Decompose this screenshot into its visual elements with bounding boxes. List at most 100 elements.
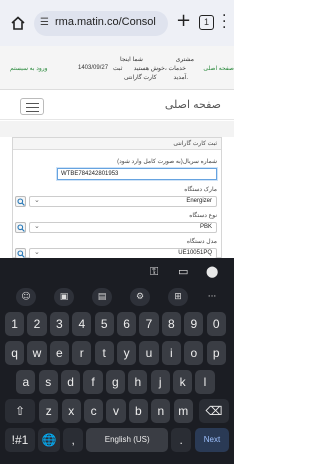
vertical-dots-icon[interactable]: · · ·: [222, 9, 226, 35]
home-icon[interactable]: [10, 15, 26, 31]
search-icon: [17, 198, 25, 206]
suggestion-bar: ☺ ▣ ▤ ⚙ ⊞ ···: [0, 284, 234, 310]
key-i[interactable]: i: [161, 341, 181, 365]
panel-header: ثبت کارت گارانتی: [13, 138, 221, 150]
plus-icon[interactable]: +: [176, 10, 191, 31]
key-j[interactable]: j: [150, 370, 170, 394]
welcome-text-end: آمدید.: [173, 75, 188, 81]
key-8[interactable]: 8: [161, 312, 181, 336]
settings-icon[interactable]: ⚙: [130, 288, 150, 306]
next-key[interactable]: Next: [195, 428, 229, 452]
key-l[interactable]: l: [195, 370, 215, 394]
login-link[interactable]: ورود به سیستم: [10, 65, 48, 72]
chevron-down-icon: ⌄: [34, 248, 40, 256]
key-e[interactable]: e: [49, 341, 69, 365]
page-header: صفحه اصلی: [0, 90, 234, 120]
site-info-strip: صفحه اصلی مشتری خدمات ،خوش هستید آمدید. …: [0, 46, 234, 90]
breadcrumb-warranty-card: کارت گارانتی: [124, 75, 157, 81]
space-key[interactable]: English (US): [86, 428, 169, 452]
type-select[interactable]: ⌄ PBK: [29, 222, 217, 233]
key-r[interactable]: r: [72, 341, 92, 365]
globe-key[interactable]: 🌐: [38, 428, 61, 452]
key-t[interactable]: t: [94, 341, 114, 365]
you-are-here-label: شما اینجا: [120, 57, 143, 63]
chevron-down-icon: ⌄: [34, 222, 40, 230]
location-icon[interactable]: ⬤: [206, 265, 218, 278]
key-m[interactable]: m: [173, 399, 193, 423]
key-2[interactable]: 2: [27, 312, 47, 336]
customer-label: مشتری: [175, 57, 194, 63]
card-icon[interactable]: ▭: [178, 265, 188, 278]
key-a[interactable]: a: [16, 370, 36, 394]
clipboard-icon[interactable]: ▤: [92, 288, 112, 306]
type-value: PBK: [199, 224, 212, 230]
key-4[interactable]: 4: [72, 312, 92, 336]
hamburger-menu-icon[interactable]: [20, 98, 44, 115]
home-link[interactable]: صفحه اصلی: [203, 65, 234, 72]
brand-select[interactable]: ⌄ Energizer: [29, 196, 217, 207]
model-label: مدل دستگاه: [186, 239, 217, 245]
site-settings-icon[interactable]: ☰: [40, 17, 49, 28]
key-x[interactable]: x: [61, 399, 81, 423]
key-1[interactable]: 1: [5, 312, 25, 336]
tab-count: 1: [203, 17, 209, 27]
key-d[interactable]: d: [61, 370, 81, 394]
key-y[interactable]: y: [117, 341, 137, 365]
key-7[interactable]: 7: [139, 312, 159, 336]
key-f[interactable]: f: [83, 370, 103, 394]
key-n[interactable]: n: [151, 399, 171, 423]
page-title: صفحه اصلی: [164, 99, 221, 111]
key-icon[interactable]: ⚿: [150, 265, 158, 279]
date-text: 1403/09/27: [78, 65, 109, 71]
key-g[interactable]: g: [105, 370, 125, 394]
soft-keyboard: ⚿ ▭ ⬤ ☺ ▣ ▤ ⚙ ⊞ ··· 1234567890 qwertyuiop…: [0, 258, 234, 464]
key-u[interactable]: u: [139, 341, 159, 365]
key-k[interactable]: k: [173, 370, 193, 394]
chevron-down-icon: ⌄: [34, 196, 40, 204]
period-key[interactable]: .: [171, 428, 192, 452]
key-p[interactable]: p: [206, 341, 226, 365]
page-background: [0, 121, 234, 137]
more-icon[interactable]: ···: [202, 288, 222, 306]
key-w[interactable]: w: [27, 341, 47, 365]
type-search-button[interactable]: [15, 222, 26, 233]
warranty-form-panel: ثبت کارت گارانتی شماره سریال(به صورت کام…: [12, 137, 222, 259]
brand-value: Energizer: [186, 198, 212, 204]
key-v[interactable]: v: [106, 399, 126, 423]
key-6[interactable]: 6: [117, 312, 137, 336]
key-z[interactable]: z: [39, 399, 59, 423]
search-icon: [17, 250, 25, 258]
serial-input[interactable]: WTBE784242801953: [57, 168, 217, 180]
key-0[interactable]: 0: [206, 312, 226, 336]
brand-label: مارک دستگاه: [184, 187, 217, 193]
key-9[interactable]: 9: [184, 312, 204, 336]
type-label: نوع دستگاه: [189, 213, 217, 219]
comma-key[interactable]: ,: [63, 428, 84, 452]
key-b[interactable]: b: [128, 399, 148, 423]
key-q[interactable]: q: [5, 341, 25, 365]
tab-switcher-icon[interactable]: 1: [199, 15, 214, 30]
translate-icon[interactable]: ⊞: [168, 288, 188, 306]
key-3[interactable]: 3: [49, 312, 69, 336]
key-o[interactable]: o: [184, 341, 204, 365]
key-5[interactable]: 5: [94, 312, 114, 336]
shift-key[interactable]: ⇧: [5, 399, 35, 423]
url-text[interactable]: rma.matin.co/Consol: [55, 16, 156, 28]
panel-title: ثبت کارت گارانتی: [173, 141, 217, 147]
key-h[interactable]: h: [128, 370, 148, 394]
serial-label: شماره سریال(به صورت کامل وارد شود): [117, 159, 217, 165]
model-value: UE10051PQ: [178, 250, 212, 256]
breadcrumb-register: ثبت: [113, 66, 123, 72]
address-bar[interactable]: ☰ rma.matin.co/Consol: [34, 11, 168, 36]
backspace-key[interactable]: ⌫: [199, 399, 229, 423]
emoji-icon[interactable]: ☺: [16, 288, 36, 306]
brand-search-button[interactable]: [15, 196, 26, 207]
symbols-key[interactable]: !#1: [5, 428, 35, 452]
sticker-icon[interactable]: ▣: [54, 288, 74, 306]
welcome-text: خدمات ،خوش هستید: [133, 66, 186, 72]
key-s[interactable]: s: [38, 370, 58, 394]
browser-toolbar: ☰ rma.matin.co/Consol + 1 · · ·: [0, 0, 234, 46]
key-c[interactable]: c: [84, 399, 104, 423]
keyboard-toolbar: ⚿ ▭ ⬤: [0, 258, 234, 284]
search-icon: [17, 224, 25, 232]
